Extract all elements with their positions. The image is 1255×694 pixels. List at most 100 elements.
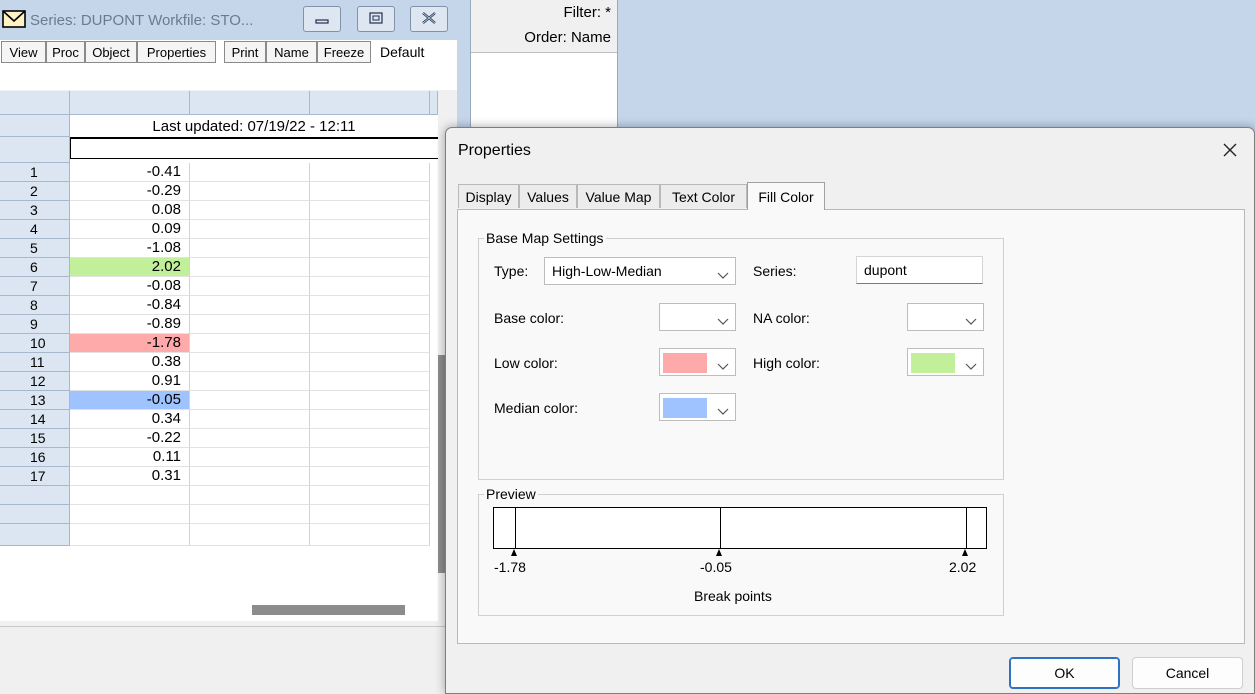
print-button[interactable]: Print — [224, 41, 266, 63]
tab-value-map[interactable]: Value Map — [577, 184, 660, 208]
column-header[interactable] — [190, 91, 310, 115]
series-window-titlebar[interactable]: Series: DUPONT Workfile: STO... — [0, 0, 457, 40]
empty-cell[interactable] — [310, 467, 430, 486]
empty-cell[interactable] — [190, 429, 310, 448]
empty-cell[interactable] — [190, 163, 310, 182]
row-header: 5 — [0, 239, 70, 258]
na-color-label: NA color: — [753, 310, 810, 326]
empty-cell[interactable] — [310, 334, 430, 353]
value-cell[interactable]: -1.08 — [70, 239, 190, 258]
object-button[interactable]: Object — [85, 41, 137, 63]
empty-cell[interactable] — [190, 372, 310, 391]
series-spreadsheet[interactable]: Last updated: 07/19/22 - 12:11 1 -0.41 2 -0… — [0, 91, 440, 621]
value-cell[interactable]: -1.78 — [70, 334, 190, 353]
empty-cell[interactable] — [310, 448, 430, 467]
value-cell[interactable]: -0.84 — [70, 296, 190, 315]
value-cell[interactable]: 0.09 — [70, 220, 190, 239]
empty-cell[interactable] — [190, 410, 310, 429]
empty-cell[interactable] — [310, 296, 430, 315]
value-cell[interactable]: -0.29 — [70, 182, 190, 201]
empty-cell[interactable] — [190, 391, 310, 410]
value-cell[interactable]: 0.08 — [70, 201, 190, 220]
value-cell[interactable]: 0.38 — [70, 353, 190, 372]
ok-button[interactable]: OK — [1009, 657, 1120, 689]
empty-cell[interactable] — [190, 258, 310, 277]
tab-text-color[interactable]: Text Color — [660, 184, 747, 208]
empty-cell[interactable] — [310, 277, 430, 296]
empty-cell[interactable] — [190, 220, 310, 239]
column-header[interactable] — [70, 91, 190, 115]
value-cell[interactable]: 0.31 — [70, 467, 190, 486]
value-cell[interactable]: 0.91 — [70, 372, 190, 391]
value-cell[interactable]: -0.22 — [70, 429, 190, 448]
empty-cell[interactable] — [310, 163, 430, 182]
value-cell[interactable] — [70, 486, 190, 505]
empty-cell[interactable] — [190, 353, 310, 372]
empty-cell[interactable] — [190, 277, 310, 296]
empty-cell[interactable] — [310, 201, 430, 220]
filter-label[interactable]: Filter: * — [563, 4, 611, 21]
empty-cell[interactable] — [190, 505, 310, 524]
header-edit-cell[interactable] — [70, 137, 440, 159]
empty-cell[interactable] — [190, 182, 310, 201]
series-input[interactable]: dupont — [856, 256, 983, 284]
value-cell[interactable]: 2.02 — [70, 258, 190, 277]
value-cell[interactable] — [70, 524, 190, 546]
dialog-close-button[interactable] — [1214, 136, 1246, 166]
empty-cell[interactable] — [190, 315, 310, 334]
empty-cell[interactable] — [310, 182, 430, 201]
workfile-header: Filter: * Order: Name — [471, 0, 617, 53]
properties-button[interactable]: Properties — [137, 41, 216, 63]
empty-cell[interactable] — [310, 372, 430, 391]
tab-fill-color[interactable]: Fill Color — [747, 182, 825, 210]
row-header: 7 — [0, 277, 70, 296]
empty-cell[interactable] — [190, 524, 310, 546]
low-color-select[interactable] — [659, 348, 736, 376]
empty-cell[interactable] — [190, 296, 310, 315]
empty-cell[interactable] — [190, 239, 310, 258]
value-cell[interactable]: -0.08 — [70, 277, 190, 296]
cancel-button[interactable]: Cancel — [1132, 657, 1243, 689]
empty-cell[interactable] — [310, 429, 430, 448]
empty-cell[interactable] — [310, 315, 430, 334]
view-button[interactable]: View — [1, 41, 46, 63]
chevron-down-icon — [717, 358, 729, 370]
default-view-label[interactable]: Default — [380, 44, 424, 60]
empty-cell[interactable] — [310, 220, 430, 239]
empty-cell[interactable] — [310, 239, 430, 258]
empty-cell[interactable] — [310, 505, 430, 524]
column-header[interactable] — [310, 91, 430, 115]
minimize-button[interactable] — [303, 6, 341, 32]
value-cell[interactable]: 0.34 — [70, 410, 190, 429]
base-color-select[interactable] — [659, 303, 736, 331]
maximize-button[interactable] — [357, 6, 395, 32]
value-cell[interactable]: -0.05 — [70, 391, 190, 410]
value-cell[interactable]: 0.11 — [70, 448, 190, 467]
order-label[interactable]: Order: Name — [524, 29, 611, 46]
name-button[interactable]: Name — [266, 41, 317, 63]
empty-cell[interactable] — [190, 486, 310, 505]
empty-cell[interactable] — [190, 201, 310, 220]
empty-cell[interactable] — [310, 486, 430, 505]
na-color-select[interactable] — [907, 303, 984, 331]
value-cell[interactable] — [70, 505, 190, 524]
horizontal-scroll-thumb[interactable] — [252, 605, 405, 615]
empty-cell[interactable] — [190, 334, 310, 353]
empty-cell[interactable] — [190, 467, 310, 486]
empty-cell[interactable] — [310, 524, 430, 546]
tab-values[interactable]: Values — [519, 184, 577, 208]
type-select[interactable]: High-Low-Median — [544, 257, 736, 285]
value-cell[interactable]: -0.89 — [70, 315, 190, 334]
median-color-select[interactable] — [659, 393, 736, 421]
value-cell[interactable]: -0.41 — [70, 163, 190, 182]
proc-button[interactable]: Proc — [46, 41, 85, 63]
empty-cell[interactable] — [190, 448, 310, 467]
empty-cell[interactable] — [310, 391, 430, 410]
empty-cell[interactable] — [310, 410, 430, 429]
close-window-button[interactable] — [410, 6, 448, 32]
empty-cell[interactable] — [310, 353, 430, 372]
empty-cell[interactable] — [310, 258, 430, 277]
tab-display[interactable]: Display — [458, 184, 519, 208]
high-color-select[interactable] — [907, 348, 984, 376]
freeze-button[interactable]: Freeze — [317, 41, 371, 63]
